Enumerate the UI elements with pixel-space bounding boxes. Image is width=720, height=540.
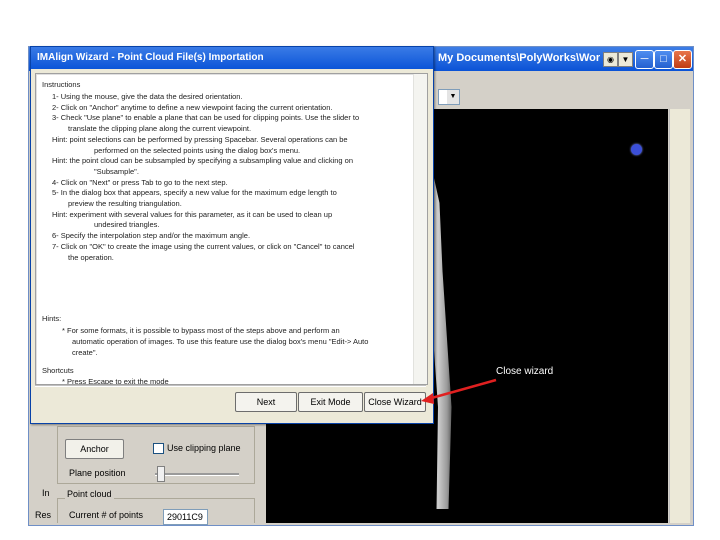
callout-arrow-icon <box>421 378 497 404</box>
